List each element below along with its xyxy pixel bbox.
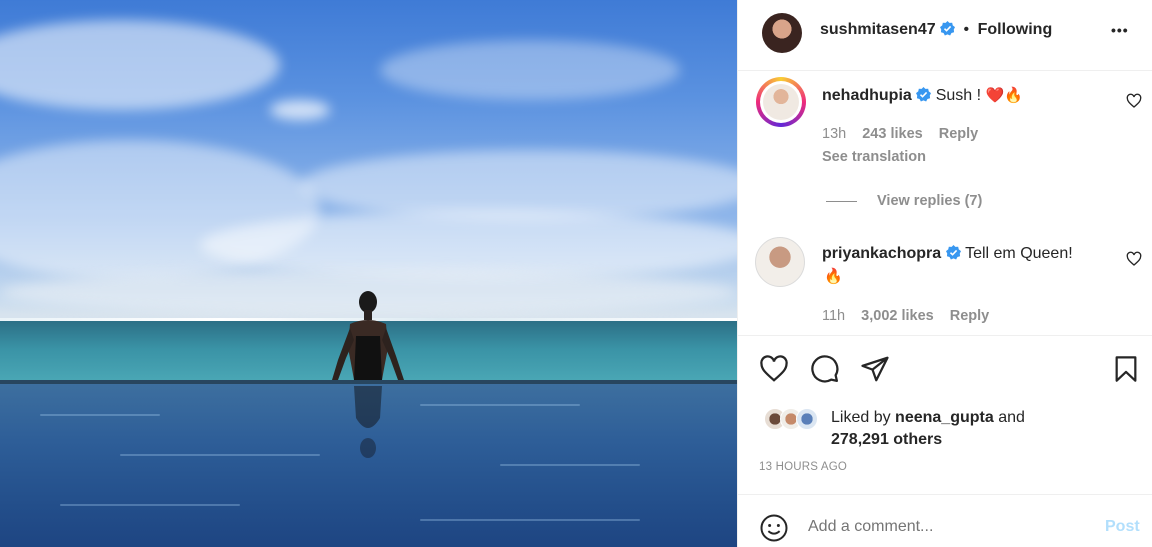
more-options-icon[interactable]: •••: [1111, 22, 1129, 38]
comment-composer: Post: [738, 494, 1152, 547]
post-photo[interactable]: [0, 0, 737, 547]
comment-username[interactable]: priyankachopra: [822, 245, 941, 262]
commenter-avatar: [763, 84, 799, 120]
cloud: [270, 100, 330, 120]
woman-silhouette: [332, 291, 404, 458]
post-panel: sushmitasen47 • Following ••• nehadhupia…: [737, 0, 1152, 547]
cloud: [380, 40, 680, 100]
comment-text: Tell em Queen!: [965, 245, 1073, 262]
commenter-avatar-ring[interactable]: [756, 77, 806, 127]
post-header: sushmitasen47 • Following •••: [738, 0, 1152, 71]
comment-username[interactable]: nehadhupia: [822, 87, 912, 104]
comment-input[interactable]: [808, 516, 1088, 538]
commenter-avatar[interactable]: [755, 237, 805, 287]
following-button[interactable]: Following: [978, 21, 1053, 38]
cloud: [0, 20, 280, 110]
reply-button[interactable]: Reply: [939, 126, 979, 142]
comment-icon[interactable]: [810, 354, 840, 384]
see-translation-link[interactable]: See translation: [822, 149, 926, 165]
replies-divider: [826, 201, 857, 202]
view-replies-button[interactable]: View replies (7): [877, 193, 982, 209]
comment-like-icon[interactable]: [1126, 251, 1142, 267]
comment-emoji: ❤️🔥: [985, 87, 1023, 104]
post-actions: Liked by neena_gupta and 278,291 others …: [738, 335, 1152, 495]
liked-others-link[interactable]: 278,291 others: [831, 431, 942, 448]
comment-like-icon[interactable]: [1126, 93, 1142, 109]
reply-button[interactable]: Reply: [950, 308, 990, 324]
verified-badge-icon: [916, 87, 932, 102]
post-timestamp[interactable]: 13 HOURS AGO: [759, 461, 847, 473]
heart-icon[interactable]: [759, 354, 789, 384]
verified-badge-icon: [945, 245, 961, 260]
comment-time[interactable]: 13h: [822, 126, 846, 142]
post-comment-button[interactable]: Post: [1105, 518, 1140, 536]
comment-likes[interactable]: 243 likes: [862, 126, 922, 142]
author-username[interactable]: sushmitasen47: [820, 21, 936, 38]
liker-username[interactable]: neena_gupta: [895, 409, 994, 426]
emoji-icon[interactable]: [759, 513, 789, 543]
cloud: [200, 210, 737, 280]
comment-likes[interactable]: 3,002 likes: [861, 308, 934, 324]
bookmark-icon[interactable]: [1112, 354, 1140, 384]
liked-by-text: Liked by neena_gupta and 278,291 others: [831, 409, 1025, 448]
author-avatar[interactable]: [762, 13, 802, 53]
comment-emoji: 🔥: [824, 268, 843, 285]
likers-avatars[interactable]: [764, 408, 826, 430]
verified-badge-icon: [940, 21, 956, 36]
separator-dot: •: [963, 21, 970, 38]
share-icon[interactable]: [860, 354, 890, 384]
comment-time[interactable]: 11h: [822, 308, 845, 324]
comment-text: Sush !: [935, 87, 982, 104]
